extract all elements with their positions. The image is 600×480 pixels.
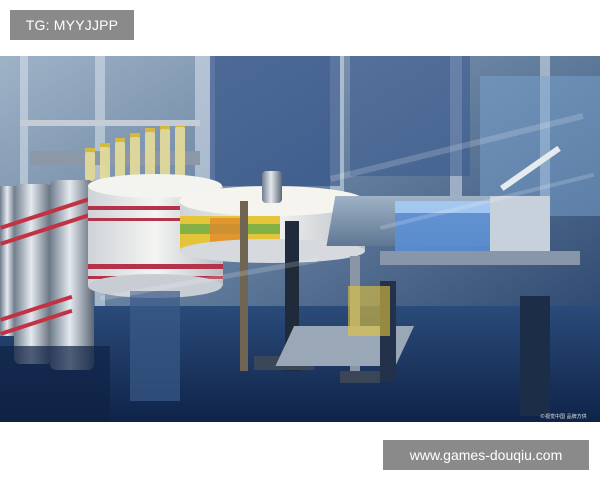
machine-interior (210, 56, 340, 186)
machine-window-right (480, 76, 600, 216)
watermark-tag-badge: TG: MYYJJPP (10, 10, 134, 40)
watermark-url-badge: www.games-douqiu.com (383, 440, 589, 470)
factory-photo (0, 56, 600, 422)
label-stack (348, 286, 390, 336)
photo-credit: ©视觉中国 品牌方供 (540, 414, 587, 420)
